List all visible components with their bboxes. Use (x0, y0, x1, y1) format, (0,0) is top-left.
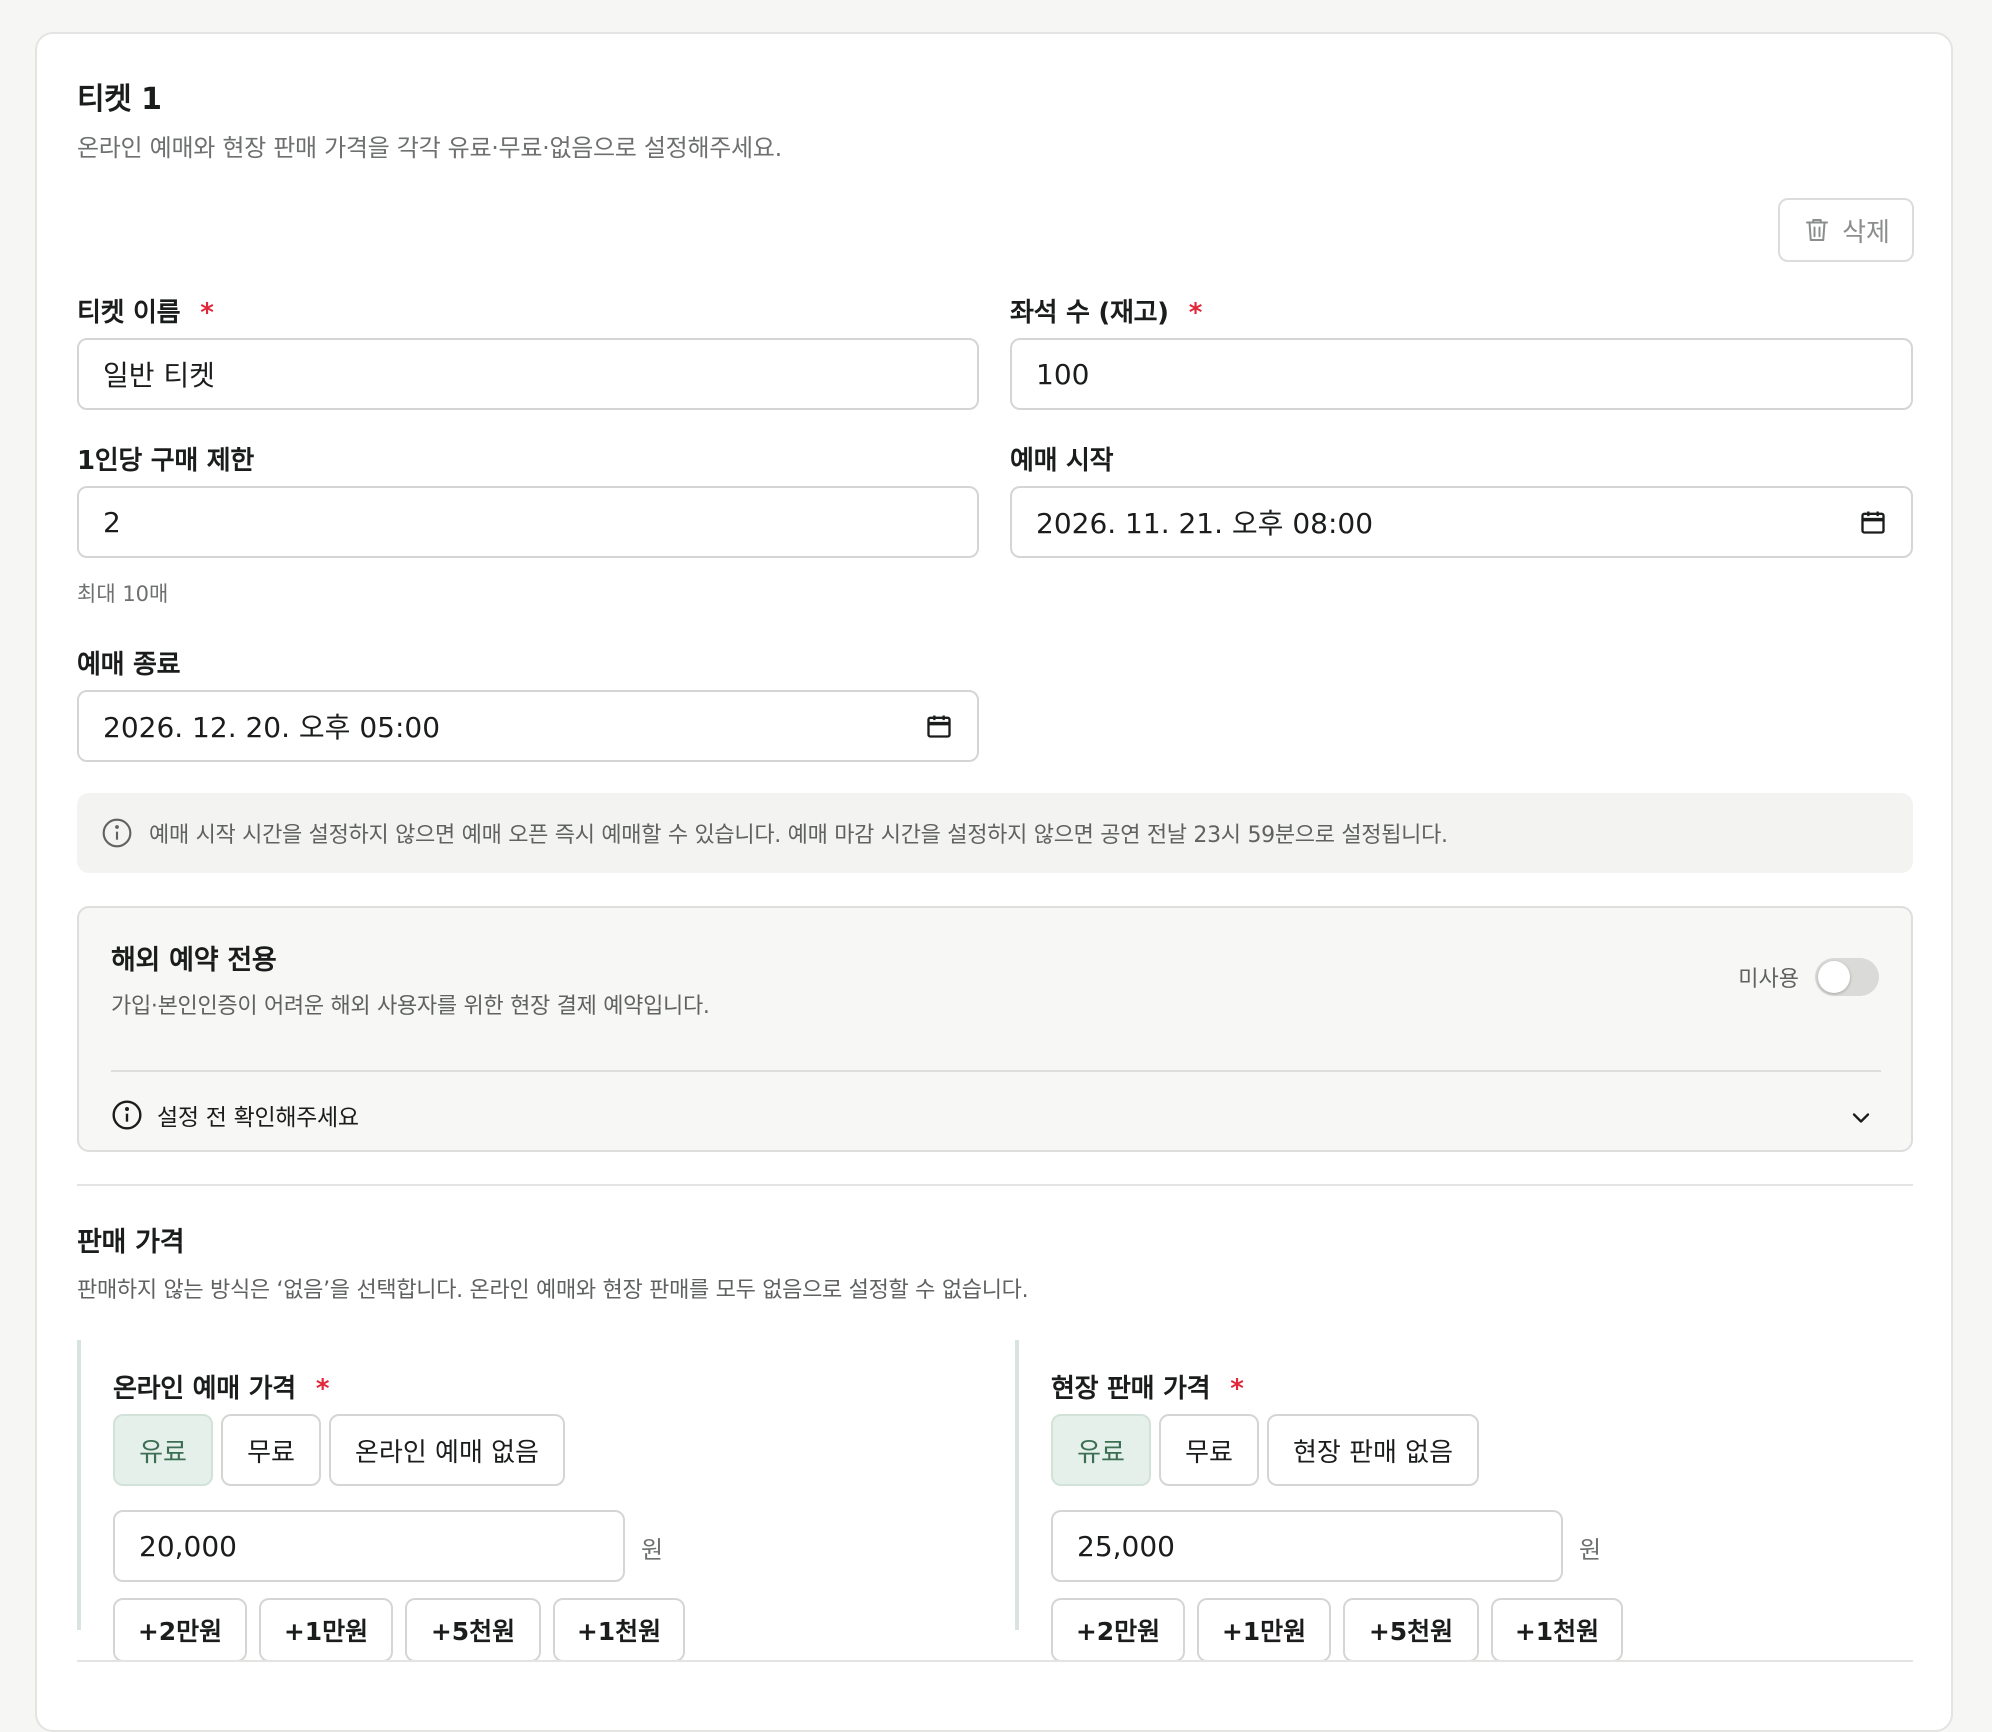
online-add-20000-button[interactable]: +2만원 (113, 1598, 247, 1662)
section-divider (77, 1660, 1913, 1662)
online-add-1000-button[interactable]: +1천원 (553, 1598, 685, 1662)
delete-button[interactable]: 삭제 (1778, 198, 1914, 262)
pricing-title: 판매 가격 (77, 1227, 185, 1258)
onsite-paid-option[interactable]: 유료 (1051, 1414, 1151, 1486)
purchase-limit-input[interactable]: 2 (77, 486, 979, 558)
seats-label: 좌석 수 (재고) * (1010, 298, 1203, 328)
calendar-icon[interactable] (1859, 508, 1887, 536)
check-label: 설정 전 확인해주세요 (157, 1105, 359, 1131)
sale-end-input[interactable]: 2026. 12. 20. 오후 05:00 (77, 690, 979, 762)
online-column-bar (77, 1340, 81, 1630)
onsite-none-option[interactable]: 현장 판매 없음 (1267, 1414, 1479, 1486)
sale-start-label: 예매 시작 (1010, 446, 1114, 476)
overseas-description: 가입·본인인증이 어려운 해외 사용자를 위한 현장 결제 예약입니다. (111, 994, 710, 1019)
overseas-panel: 해외 예약 전용 가입·본인인증이 어려운 해외 사용자를 위한 현장 결제 예… (77, 906, 1913, 1152)
onsite-add-5000-button[interactable]: +5천원 (1343, 1598, 1479, 1662)
onsite-free-option[interactable]: 무료 (1159, 1414, 1259, 1486)
required-mark: * (1230, 1374, 1244, 1404)
sale-start-input[interactable]: 2026. 11. 21. 오후 08:00 (1010, 486, 1913, 558)
sale-time-notice: 예매 시작 시간을 설정하지 않으면 예매 오픈 즉시 예매할 수 있습니다. … (77, 793, 1913, 873)
ticket-card: 티켓 1 온라인 예매와 현장 판매 가격을 각각 유료·무료·없음으로 설정해… (35, 32, 1953, 1732)
currency-unit: 원 (1579, 1536, 1602, 1564)
toggle-label: 미사용 (1738, 967, 1799, 992)
overseas-title: 해외 예약 전용 (111, 945, 277, 976)
ticket-subtitle: 온라인 예매와 현장 판매 가격을 각각 유료·무료·없음으로 설정해주세요. (77, 134, 782, 162)
ticket-title: 티켓 1 (77, 82, 162, 117)
currency-unit: 원 (641, 1536, 664, 1564)
online-add-10000-button[interactable]: +1만원 (259, 1598, 393, 1662)
online-add-5000-button[interactable]: +5천원 (405, 1598, 541, 1662)
sale-end-label: 예매 종료 (77, 650, 181, 680)
ticket-name-label: 티켓 이름 * (77, 298, 214, 328)
pricing-description: 판매하지 않는 방식은 ‘없음’을 선택합니다. 온라인 예매와 현장 판매를 … (77, 1278, 1029, 1303)
online-none-option[interactable]: 온라인 예매 없음 (329, 1414, 565, 1486)
delete-label: 삭제 (1842, 217, 1890, 248)
purchase-limit-hint: 최대 10매 (77, 582, 169, 606)
check-before-setup[interactable]: 설정 전 확인해주세요 (111, 1098, 359, 1132)
online-free-option[interactable]: 무료 (221, 1414, 321, 1486)
info-icon (112, 1100, 142, 1130)
onsite-add-10000-button[interactable]: +1만원 (1197, 1598, 1331, 1662)
onsite-price-label: 현장 판매 가격 * (1051, 1374, 1244, 1404)
online-price-input[interactable]: 20,000 (113, 1510, 625, 1582)
required-mark: * (200, 298, 214, 328)
calendar-icon[interactable] (925, 712, 953, 740)
toggle-knob (1818, 961, 1850, 993)
chevron-down-icon[interactable] (1847, 1104, 1875, 1132)
onsite-add-1000-button[interactable]: +1천원 (1491, 1598, 1623, 1662)
seats-input[interactable]: 100 (1010, 338, 1913, 410)
section-divider (77, 1184, 1913, 1186)
overseas-toggle[interactable] (1815, 958, 1879, 996)
trash-icon (1806, 219, 1829, 241)
online-paid-option[interactable]: 유료 (113, 1414, 213, 1486)
divider (111, 1070, 1881, 1072)
overseas-toggle-group: 미사용 (1738, 958, 1879, 996)
info-icon (102, 818, 132, 848)
notice-text: 예매 시작 시간을 설정하지 않으면 예매 오픈 즉시 예매할 수 있습니다. … (149, 823, 1448, 848)
onsite-add-20000-button[interactable]: +2만원 (1051, 1598, 1185, 1662)
onsite-column-bar (1015, 1340, 1019, 1630)
required-mark: * (1188, 298, 1203, 328)
required-mark: * (315, 1374, 330, 1404)
online-price-label: 온라인 예매 가격 * (113, 1374, 330, 1404)
ticket-name-input[interactable]: 일반 티켓 (77, 338, 979, 410)
purchase-limit-label: 1인당 구매 제한 (77, 446, 255, 476)
onsite-price-input[interactable]: 25,000 (1051, 1510, 1563, 1582)
